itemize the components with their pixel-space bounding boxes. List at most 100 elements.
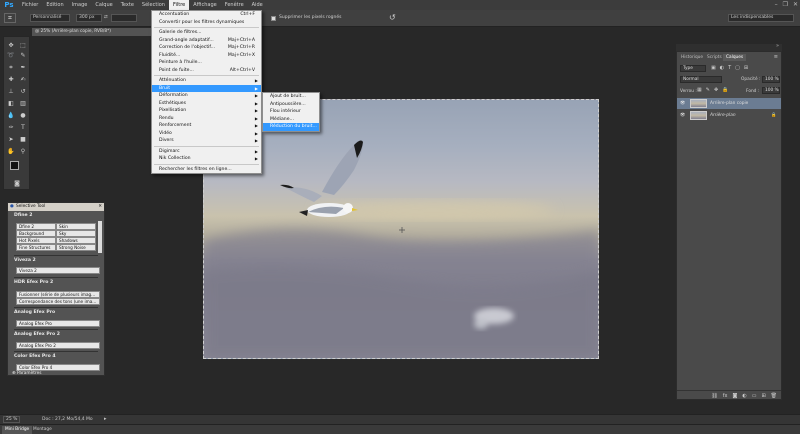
lock-transparency-icon[interactable]: ▦ xyxy=(697,87,702,93)
filter-menu-item[interactable]: Déformation ▶ xyxy=(152,92,261,100)
lock-all-icon[interactable]: 🔒 xyxy=(722,87,728,93)
foreground-color-swatch[interactable] xyxy=(10,161,19,170)
filter-menu-item[interactable]: Esthétiques ▶ xyxy=(152,100,261,108)
background-button[interactable]: Background xyxy=(16,230,56,237)
filter-menu-item[interactable]: Accentuation Ctrl+F xyxy=(152,11,261,19)
fill-field[interactable]: 100 % xyxy=(762,87,780,94)
filter-menu-item[interactable]: Point de fuite... Alt+Ctrl+V xyxy=(152,67,261,75)
brush-tool-icon[interactable]: ✍ xyxy=(18,75,28,84)
image-filter-icon[interactable]: ▣ xyxy=(711,65,716,71)
menu-filtre[interactable]: Filtre xyxy=(168,0,190,10)
layer-filter-select[interactable]: Type xyxy=(680,65,706,72)
marquee-tool-icon[interactable]: ⬚ xyxy=(18,41,28,50)
panel-menu-icon[interactable]: ≡ xyxy=(774,54,778,60)
shadows-button[interactable]: Shadows xyxy=(56,237,96,244)
sky-button[interactable]: Sky xyxy=(56,230,96,237)
filter-menu-item[interactable]: Nik Collection ▶ xyxy=(152,155,261,163)
tab-scripts[interactable]: Scripts xyxy=(704,54,725,61)
filter-menu-item[interactable]: Renforcement ▶ xyxy=(152,122,261,130)
hdr-tone-button[interactable]: Correspondance des tons (une ima... xyxy=(16,298,100,305)
dfine-scrollbar[interactable] xyxy=(98,221,102,253)
layer-row[interactable]: 👁 Arrière-plan 🔒 xyxy=(677,110,781,121)
type-tool-icon[interactable]: T xyxy=(18,123,28,132)
collapse-icon[interactable]: » xyxy=(776,43,779,49)
folder-icon[interactable]: ▭ xyxy=(752,391,757,400)
eyedropper-icon[interactable]: ✒ xyxy=(18,63,28,72)
noise-menu-item[interactable]: Ajout de bruit... xyxy=(263,93,319,101)
hand-tool-icon[interactable]: ✋ xyxy=(6,147,16,156)
settings-toggle[interactable]: ⊕ Paramètres xyxy=(12,371,41,375)
lock-position-icon[interactable]: ✥ xyxy=(714,87,718,93)
tab-historique[interactable]: Historique xyxy=(678,54,706,61)
move-tool-icon[interactable]: ✥ xyxy=(6,41,16,50)
ratio-select[interactable]: Personnalisé xyxy=(30,14,70,22)
color-efex-button[interactable]: Color Efex Pro 4 xyxy=(16,364,100,371)
noise-menu-item[interactable]: Antipoussière... xyxy=(263,101,319,109)
filter-menu-item[interactable]: Fluidité... Maj+Ctrl+X xyxy=(152,52,261,60)
menu-calque[interactable]: Calque xyxy=(91,0,116,10)
analog-efex-button[interactable]: Analog Efex Pro xyxy=(16,320,100,327)
adjustment-filter-icon[interactable]: ◐ xyxy=(720,65,724,71)
noise-menu-item[interactable]: Médiane... xyxy=(263,116,319,124)
filter-menu-item[interactable]: Grand-angle adaptatif... Maj+Ctrl+A xyxy=(152,37,261,45)
tab-calques[interactable]: Calques xyxy=(723,54,747,61)
tab-montage[interactable]: Montage xyxy=(30,426,55,434)
smart-filter-icon[interactable]: ⊞ xyxy=(744,65,748,71)
analog-efex-2-button[interactable]: Analog Efex Pro 2 xyxy=(16,342,100,349)
menu-edition[interactable]: Edition xyxy=(42,0,67,10)
viveza-2-button[interactable]: Viveza 2 xyxy=(16,267,100,274)
type-filter-icon[interactable]: T xyxy=(728,65,731,71)
new-layer-icon[interactable]: ⊞ xyxy=(761,391,765,400)
filter-menu-item[interactable]: Galerie de filtres... xyxy=(152,29,261,37)
pen-tool-icon[interactable]: ✑ xyxy=(6,123,16,132)
filter-menu-item[interactable]: Bruit ▶ xyxy=(152,84,261,92)
crop-tool-preset[interactable]: ⌗ xyxy=(4,13,16,23)
layer-row[interactable]: 👁 Arrière-plan copie xyxy=(677,98,781,109)
filter-menu-item[interactable]: Digimarc ▶ xyxy=(152,148,261,156)
path-select-icon[interactable]: ➤ xyxy=(6,135,16,144)
noise-menu-item[interactable]: Réduction du bruit... xyxy=(263,123,319,131)
status-arrow-icon[interactable]: ▸ xyxy=(104,416,107,422)
quick-select-icon[interactable]: ✎ xyxy=(18,51,28,60)
zoom-tool-icon[interactable]: ⚲ xyxy=(18,147,28,156)
filter-menu-item[interactable]: Divers ▶ xyxy=(152,137,261,145)
shape-tool-icon[interactable]: ■ xyxy=(18,135,28,144)
fx-icon[interactable]: fx xyxy=(723,391,728,400)
trash-icon[interactable]: 🗑 xyxy=(771,391,777,400)
shape-filter-icon[interactable]: ▢ xyxy=(735,65,740,71)
menu-image[interactable]: Image xyxy=(68,0,92,10)
filter-menu-item[interactable]: Atténuation ▶ xyxy=(152,77,261,85)
crop-tool-icon[interactable]: ⌗ xyxy=(6,63,16,72)
history-brush-icon[interactable]: ↺ xyxy=(18,87,28,96)
width-field[interactable]: 300 px xyxy=(76,14,102,22)
menu-fenetre[interactable]: Fenêtre xyxy=(221,0,248,10)
gradient-icon[interactable]: ▥ xyxy=(18,99,28,108)
blur-tool-icon[interactable]: 💧 xyxy=(6,111,16,120)
strong-noise-button[interactable]: Strong Noise xyxy=(56,244,96,251)
mask-icon[interactable]: ◙ xyxy=(732,391,737,400)
healing-brush-icon[interactable]: ✚ xyxy=(6,75,16,84)
minimize-icon[interactable]: – xyxy=(775,1,778,8)
delete-cropped-checkbox[interactable] xyxy=(271,16,276,21)
close-icon[interactable]: ✕ xyxy=(98,203,102,211)
eye-icon[interactable]: 👁 xyxy=(680,98,685,109)
swap-icon[interactable]: ⇄ xyxy=(104,15,108,20)
dfine-2-button[interactable]: Dfine 2 xyxy=(16,223,56,230)
menu-fichier[interactable]: Fichier xyxy=(18,0,42,10)
filter-menu-item[interactable]: Correction de l'objectif... Maj+Ctrl+R xyxy=(152,44,261,52)
filter-menu-item[interactable]: Rendu ▶ xyxy=(152,115,261,123)
filter-menu-item[interactable]: Rechercher les filtres en ligne... xyxy=(152,166,261,174)
eye-icon[interactable]: 👁 xyxy=(680,110,685,121)
lock-pixels-icon[interactable]: ✎ xyxy=(706,87,710,93)
link-icon[interactable]: ⛓ xyxy=(711,391,717,400)
undo-icon[interactable]: ↺ xyxy=(389,13,396,22)
blend-mode-select[interactable]: Normal xyxy=(680,76,722,83)
close-icon[interactable]: ✕ xyxy=(793,1,798,8)
skin-button[interactable]: Skin xyxy=(56,223,96,230)
tab-mini-bridge[interactable]: Mini Bridge xyxy=(2,426,33,434)
filter-menu-item[interactable]: Pixellisation ▶ xyxy=(152,107,261,115)
fine-structures-button[interactable]: Fine Structures xyxy=(16,244,56,251)
zoom-level[interactable]: 25 % xyxy=(3,416,21,423)
dodge-tool-icon[interactable]: ● xyxy=(18,111,28,120)
hot-pixels-button[interactable]: Hot Pixels xyxy=(16,237,56,244)
